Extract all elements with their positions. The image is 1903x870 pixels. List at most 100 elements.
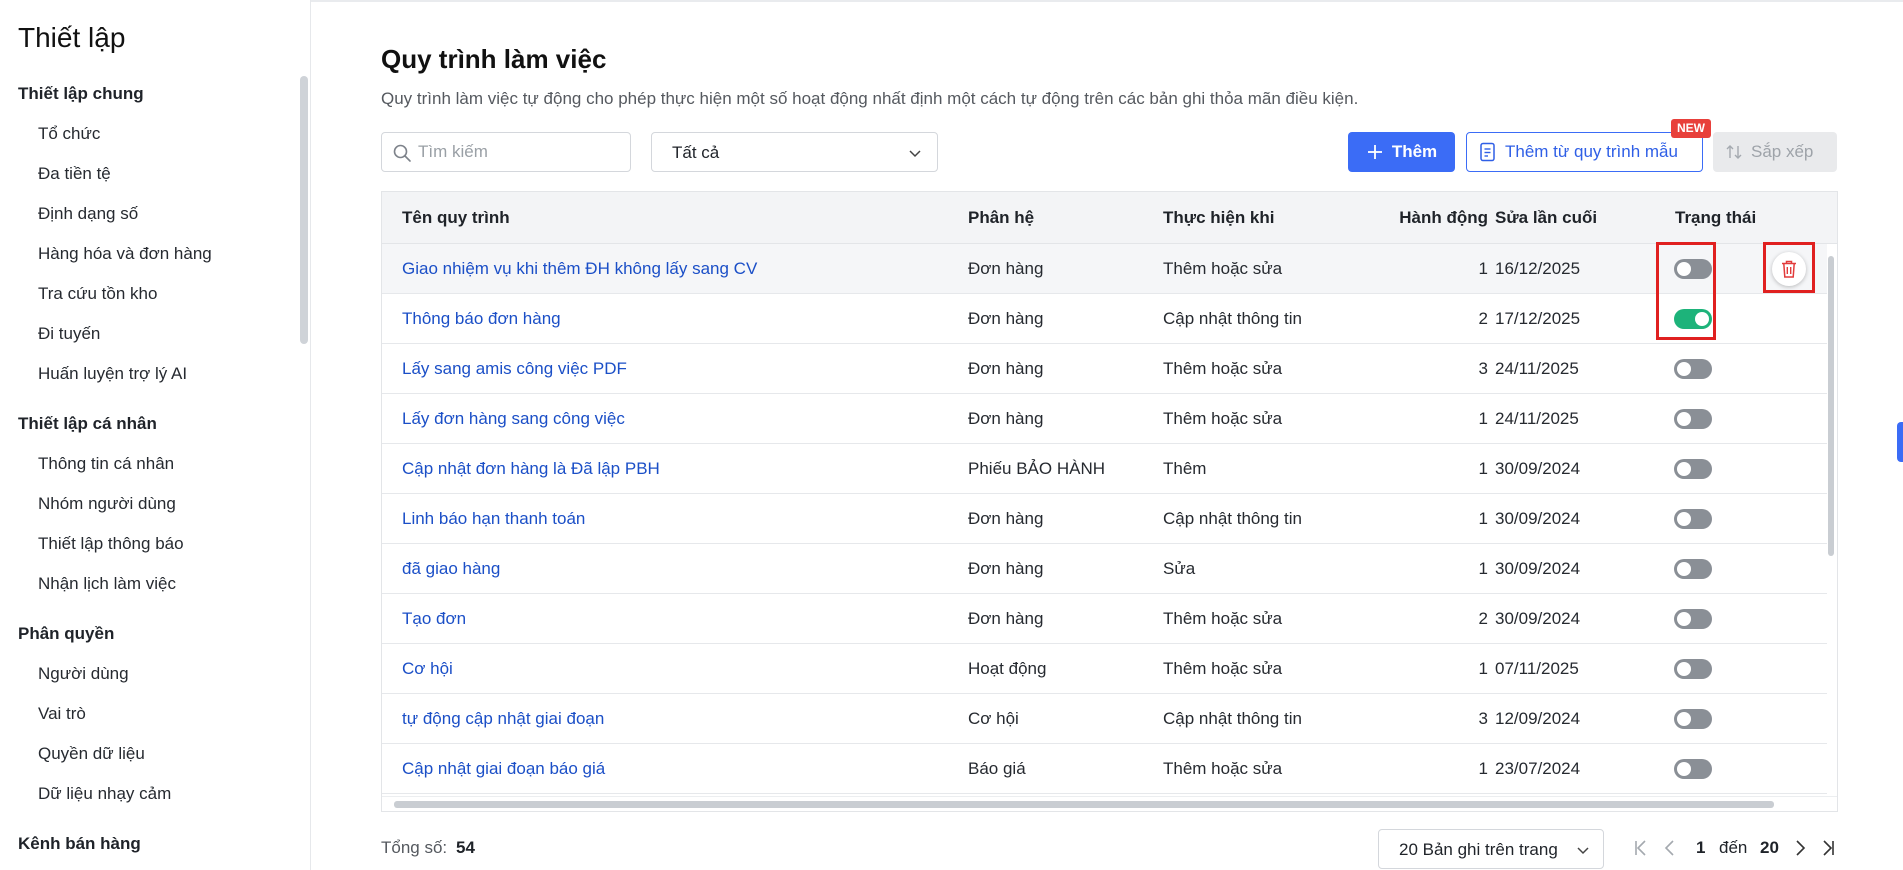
table-row[interactable]: Cơ hội Hoạt động Thêm hoặc sửa 1 07/11/2025 xyxy=(382,644,1827,694)
status-toggle[interactable] xyxy=(1674,559,1712,579)
last-modified-cell: 30/09/2024 xyxy=(1495,509,1581,528)
module-cell: Phiếu BẢO HÀNH xyxy=(968,459,1105,478)
filter-select[interactable]: Tất cả xyxy=(651,132,938,172)
sidebar-group-title: Thiết lập cá nhân xyxy=(18,414,157,433)
workflow-name-link[interactable]: Cơ hội xyxy=(402,644,453,694)
status-toggle[interactable] xyxy=(1674,459,1712,479)
column-header-name[interactable]: Tên quy trình xyxy=(402,192,510,244)
table-horizontal-scrollbar-track xyxy=(382,796,1837,811)
table-row[interactable]: Cập nhật giai đoạn báo giá Báo giá Thêm ho… xyxy=(382,744,1827,794)
column-header-trigger[interactable]: Thực hiện khi xyxy=(1163,192,1275,244)
sidebar-item[interactable]: Nhận lịch làm việc xyxy=(0,564,310,604)
last-modified-cell: 17/12/2025 xyxy=(1495,309,1581,328)
sidebar-item[interactable]: Thông tin cá nhân xyxy=(0,444,310,484)
workflow-name-link[interactable]: Lấy sang amis công việc PDF xyxy=(402,344,627,394)
sidebar-item[interactable]: Đi tuyến xyxy=(0,314,310,354)
status-toggle[interactable] xyxy=(1674,709,1712,729)
table-vertical-scrollbar[interactable] xyxy=(1828,256,1834,556)
delete-button[interactable] xyxy=(1772,252,1806,286)
add-button[interactable]: Thêm xyxy=(1348,132,1455,172)
table-row[interactable]: Lấy đơn hàng sang công việc Đơn hàng Thêm … xyxy=(382,394,1827,444)
status-toggle[interactable] xyxy=(1674,309,1712,329)
module-cell: Báo giá xyxy=(968,759,1026,778)
sort-icon xyxy=(1726,145,1742,159)
action-count-cell: 1 xyxy=(1478,509,1488,528)
column-header-actions[interactable]: Hành động xyxy=(1368,192,1488,244)
chevron-down-icon xyxy=(1577,847,1589,855)
workflow-name-link[interactable]: Cập nhật giai đoạn báo giá xyxy=(402,744,605,794)
status-toggle[interactable] xyxy=(1674,609,1712,629)
total-count: 54 xyxy=(456,838,475,857)
last-modified-cell: 12/09/2024 xyxy=(1495,709,1581,728)
workflow-name-link[interactable]: tự động cập nhật giai đoạn xyxy=(402,694,604,744)
sidebar-item[interactable]: Người dùng xyxy=(0,654,310,694)
side-panel-handle[interactable] xyxy=(1897,422,1903,462)
total-label: Tổng số: xyxy=(381,838,448,857)
sidebar-item[interactable]: Vai trò xyxy=(0,694,310,734)
sidebar-item[interactable]: Tra cứu tồn kho xyxy=(0,274,310,314)
table-row[interactable]: Thông báo đơn hàng Đơn hàng Cập nhật thông… xyxy=(382,294,1827,344)
last-modified-cell: 16/12/2025 xyxy=(1495,259,1581,278)
status-toggle[interactable] xyxy=(1674,659,1712,679)
table-row[interactable]: tự động cập nhật giai đoạn Cơ hội Cập nhật… xyxy=(382,694,1827,744)
sidebar-scrollbar[interactable] xyxy=(300,76,308,344)
table-header: Tên quy trình Phân hệ Thực hiện khi Hành… xyxy=(382,192,1837,244)
trash-icon xyxy=(1782,260,1796,278)
sort-button[interactable]: Sắp xếp xyxy=(1713,132,1837,172)
workflow-name-link[interactable]: Cập nhật đơn hàng là Đã lập PBH xyxy=(402,444,660,494)
table-row[interactable]: Lấy sang amis công việc PDF Đơn hàng Thêm … xyxy=(382,344,1827,394)
first-page-icon[interactable] xyxy=(1631,838,1651,858)
page-size-select[interactable]: 20 Bản ghi trên trang xyxy=(1378,829,1604,869)
search-box[interactable] xyxy=(381,132,631,172)
workflow-name-link[interactable]: Linh báo hạn thanh toán xyxy=(402,494,585,544)
sidebar-item[interactable]: Hàng hóa và đơn hàng xyxy=(0,234,310,274)
sidebar-item[interactable]: Thiết lập thông báo xyxy=(0,524,310,564)
sidebar-item[interactable]: Tổ chức xyxy=(0,114,310,154)
table-horizontal-scrollbar[interactable] xyxy=(394,801,1774,808)
action-count-cell: 3 xyxy=(1478,709,1488,728)
settings-sidebar: Thiết lập Thiết lập chung Tổ chức Đa tiền … xyxy=(0,0,311,870)
status-toggle[interactable] xyxy=(1674,759,1712,779)
next-page-icon[interactable] xyxy=(1790,838,1810,858)
workflow-name-link[interactable]: Tạo đơn xyxy=(402,594,466,644)
action-count-cell: 1 xyxy=(1478,259,1488,278)
action-count-cell: 1 xyxy=(1478,459,1488,478)
sidebar-title: Thiết lập xyxy=(18,22,126,53)
table-row[interactable]: Cập nhật đơn hàng là Đã lập PBH Phiếu BẢO… xyxy=(382,444,1827,494)
sidebar-item[interactable]: Quyền dữ liệu xyxy=(0,734,310,774)
table-row[interactable]: Giao nhiệm vụ khi thêm ĐH không lấy sang… xyxy=(382,244,1827,294)
sidebar-item[interactable]: Đa tiền tệ xyxy=(0,154,310,194)
column-header-status[interactable]: Trạng thái xyxy=(1675,192,1756,244)
last-modified-cell: 07/11/2025 xyxy=(1495,659,1579,678)
status-toggle[interactable] xyxy=(1674,509,1712,529)
prev-page-icon[interactable] xyxy=(1660,838,1680,858)
trigger-cell: Thêm xyxy=(1163,459,1207,478)
trigger-cell: Thêm hoặc sửa xyxy=(1163,759,1283,778)
workflow-name-link[interactable]: Lấy đơn hàng sang công việc xyxy=(402,394,625,444)
sidebar-group-title: Phân quyền xyxy=(18,624,115,643)
sidebar-group: Thiết lập chung Tổ chức Đa tiền tệ Định dạn… xyxy=(0,74,310,394)
sidebar-item[interactable]: Nhóm người dùng xyxy=(0,484,310,524)
last-page-icon[interactable] xyxy=(1818,838,1838,858)
status-toggle[interactable] xyxy=(1674,259,1712,279)
sidebar-item[interactable]: Định dạng số xyxy=(0,194,310,234)
status-toggle[interactable] xyxy=(1674,359,1712,379)
search-input[interactable] xyxy=(418,133,626,171)
table-row[interactable]: Tạo đơn Đơn hàng Thêm hoặc sửa 2 30/09/2024 xyxy=(382,594,1827,644)
table-row[interactable]: đã giao hàng Đơn hàng Sửa 1 30/09/2024 xyxy=(382,544,1827,594)
column-header-module[interactable]: Phân hệ xyxy=(968,192,1034,244)
action-count-cell: 2 xyxy=(1478,309,1488,328)
module-cell: Cơ hội xyxy=(968,709,1019,728)
page-title: Quy trình làm việc xyxy=(381,44,607,74)
workflow-name-link[interactable]: Thông báo đơn hàng xyxy=(402,294,561,344)
table-row[interactable]: Linh báo hạn thanh toán Đơn hàng Cập nhật … xyxy=(382,494,1827,544)
workflow-name-link[interactable]: Giao nhiệm vụ khi thêm ĐH không lấy sang… xyxy=(402,244,757,294)
sidebar-group: Kênh bán hàng xyxy=(0,824,310,864)
column-header-modified[interactable]: Sửa lần cuối xyxy=(1495,192,1597,244)
add-from-template-button[interactable]: Thêm từ quy trình mẫu xyxy=(1466,132,1703,172)
workflow-name-link[interactable]: đã giao hàng xyxy=(402,544,500,594)
sidebar-item[interactable]: Huấn luyện trợ lý AI xyxy=(0,354,310,394)
sidebar-item[interactable]: Dữ liệu nhạy cảm xyxy=(0,774,310,814)
document-icon xyxy=(1480,142,1495,162)
status-toggle[interactable] xyxy=(1674,409,1712,429)
